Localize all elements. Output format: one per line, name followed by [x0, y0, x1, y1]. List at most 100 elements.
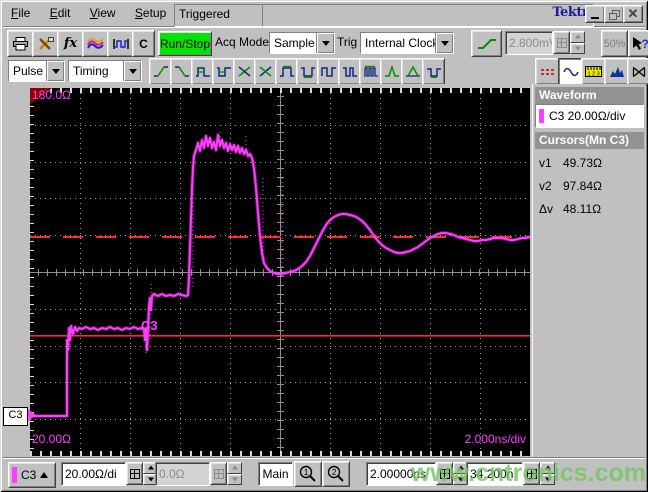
vertical-offset-field: 0.0Ω [155, 462, 210, 486]
main-timebase-toggle[interactable]: Main [258, 462, 293, 486]
waveform-list-entry[interactable]: C3 20.00Ω/div [535, 104, 644, 128]
rise-cross-button[interactable] [233, 58, 256, 85]
trigger-level-spinner [570, 31, 585, 54]
menu-edit[interactable]: Edit [42, 3, 79, 23]
period-button[interactable] [317, 58, 340, 85]
eye-diagram-icon [632, 66, 646, 77]
close-button[interactable]: ✕ [623, 5, 643, 23]
rise-time-icon [153, 66, 168, 77]
mag1-zoom-button[interactable]: 1 [294, 461, 322, 487]
restore-button[interactable] [604, 5, 624, 23]
pos-width-button[interactable] [191, 58, 214, 85]
keypad-button[interactable] [436, 462, 453, 485]
menu-bar: File Edit View Setup Utilities Help Trig… [3, 3, 645, 27]
burst-width-button[interactable] [359, 58, 382, 85]
spin-up-icon [570, 31, 585, 43]
pos-overshoot-button[interactable] [380, 58, 403, 85]
restore-icon [609, 9, 620, 20]
trigger-status: Triggered [174, 4, 264, 27]
waveform-panel-header: Waveform [535, 87, 644, 104]
histogram-button[interactable] [604, 58, 629, 85]
setup-tools-button[interactable] [32, 30, 59, 57]
readout-dv: Δv 48.11Ω [539, 202, 602, 216]
keypad-icon [129, 468, 140, 479]
acq-mode-select[interactable]: Sample [269, 32, 335, 54]
signal-type-select[interactable]: Pulse [8, 60, 65, 82]
rising-slope-icon [477, 38, 496, 49]
print-button[interactable] [7, 30, 34, 57]
measure-category-select[interactable]: Timing [68, 60, 142, 82]
menu-setup[interactable]: Setup [127, 3, 174, 23]
context-help-button[interactable]: ? [628, 30, 648, 57]
trig-label: Trig [337, 35, 358, 49]
neg-pulse-button[interactable] [296, 58, 319, 85]
toolbar-measure: Pulse Timing 1 2 3 [3, 56, 648, 85]
color-wave-icon [87, 37, 104, 49]
close-icon: ✕ [627, 6, 639, 21]
horizontal-position-spinner[interactable] [540, 462, 555, 485]
dropdown-arrow-icon[interactable] [46, 61, 64, 81]
waveform-view-button[interactable] [558, 58, 583, 85]
readout-v1: v1 49.73Ω [539, 156, 602, 170]
spin-up-icon [540, 462, 555, 474]
burst-width-icon [363, 65, 378, 77]
period-icon [320, 67, 336, 77]
oscilloscope-window: File Edit View Setup Utilities Help Trig… [0, 0, 648, 492]
dropdown-arrow-icon[interactable] [123, 61, 141, 81]
keypad-icon [526, 468, 537, 479]
magnifier-2-icon: 2 [327, 465, 344, 482]
cursors-button[interactable] [535, 58, 560, 85]
pulse-acquisition-button[interactable] [107, 30, 134, 57]
base-level-icon [426, 68, 441, 78]
pos-pulse-button[interactable] [275, 58, 298, 85]
neg-width-button[interactable] [212, 58, 235, 85]
minimize-icon [591, 17, 599, 19]
channel-c3-marker[interactable]: C3 [3, 407, 28, 426]
measure-button[interactable]: 1 2 3 [581, 58, 606, 85]
frequency-icon [342, 67, 357, 77]
mask-test-button[interactable] [627, 58, 648, 85]
fall-time-button[interactable] [170, 58, 193, 85]
waveform-database-button[interactable] [82, 30, 109, 57]
sine-wave-icon [562, 67, 579, 76]
menu-file[interactable]: File [3, 3, 38, 23]
channel-select-button[interactable]: C3 [8, 462, 56, 488]
keypad-icon [556, 37, 567, 48]
magnifier-1-icon: 1 [299, 465, 316, 482]
vertical-scale-field[interactable]: 20.00Ω/di [61, 462, 126, 486]
spin-down-icon [227, 473, 242, 485]
menu-view[interactable]: View [82, 3, 124, 23]
rise-time-button[interactable] [149, 58, 172, 85]
readout-status-box [262, 4, 594, 27]
spin-down-icon [540, 473, 555, 485]
neg-pulse-icon [300, 67, 315, 78]
clear-button[interactable]: C [132, 30, 155, 57]
minimize-button[interactable] [585, 5, 605, 23]
horizontal-scale-field[interactable]: 2.00000ns [366, 462, 436, 486]
math-fx-button[interactable]: fx [57, 30, 84, 57]
base-level-button[interactable] [422, 58, 445, 85]
mag2-zoom-button[interactable]: 2 [322, 461, 350, 487]
graticule[interactable]: 180.0Ω 20.00Ω 2.000ns/div C3 [30, 88, 530, 456]
dropdown-arrow-icon[interactable] [435, 33, 453, 53]
channel-color-stripe [12, 467, 17, 483]
svg-text:2: 2 [332, 467, 337, 477]
frequency-button[interactable] [338, 58, 361, 85]
run-stop-button[interactable]: Run/Stop [158, 31, 212, 56]
keypad-button[interactable] [523, 462, 540, 485]
svg-text:1: 1 [304, 467, 309, 477]
cursors-icon [541, 68, 554, 75]
amplitude-icon [405, 65, 420, 77]
keypad-button[interactable] [126, 462, 143, 485]
fall-time-icon [174, 66, 189, 77]
cursors-panel-header: Cursors(Mn C3) [535, 132, 644, 149]
waveform-trace [30, 132, 530, 418]
fall-cross-button[interactable] [254, 58, 277, 85]
dropdown-arrow-icon[interactable] [316, 33, 334, 53]
amplitude-button[interactable] [401, 58, 424, 85]
horizontal-position-group: 34.200n [466, 462, 555, 486]
trigger-slope-button[interactable] [471, 30, 502, 57]
trigger-source-select[interactable]: Internal Clock [360, 32, 454, 54]
horizontal-position-field[interactable]: 34.200n [466, 462, 523, 486]
vertical-offset-spinner [227, 462, 242, 485]
